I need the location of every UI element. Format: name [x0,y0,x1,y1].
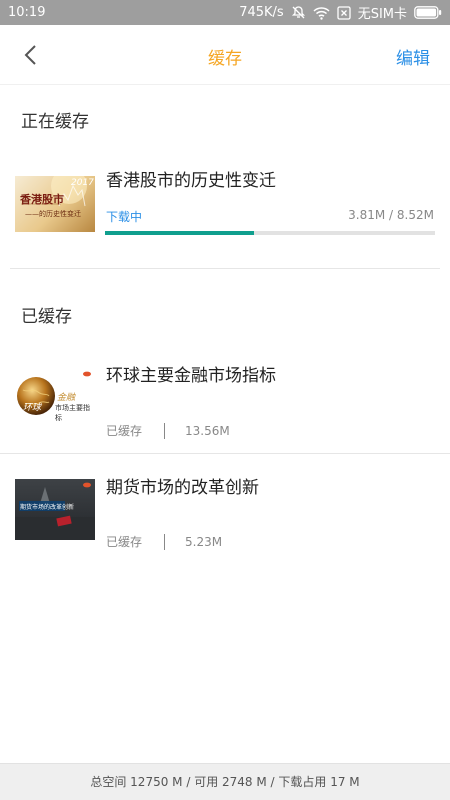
edit-button[interactable]: 编辑 [396,44,430,69]
thumbnail-title: 香港股市 [20,193,64,206]
meta-separator [164,422,166,439]
page-title: 缓存 [208,49,242,69]
wifi-icon [313,6,330,20]
thumbnail-subtitle: 市场主要指标 [55,404,90,422]
cached-meta: 已缓存 5.23M [106,533,222,550]
cached-meta: 已缓存 13.56M [106,422,230,439]
download-size: 3.81M / 8.52M [348,208,434,222]
video-thumbnail: 2017 香港股市 ——的历史性变迁 [15,176,95,232]
status-right: 745K/s 无SIM卡 [239,3,442,22]
mute-icon [291,5,306,20]
download-progress-bar [105,231,435,235]
section-title-cached: 已缓存 [21,307,72,327]
video-thumbnail: 环球 金融 市场主要指标 [15,364,95,422]
section-title-downloading: 正在缓存 [21,112,89,132]
battery-icon [414,6,442,19]
thumbnail-subtitle: ——的历史性变迁 [25,210,81,218]
thumbnail-title: 期货市场的改革创新 [20,504,75,511]
network-speed: 745K/s [239,5,284,20]
no-sim-icon [337,5,351,20]
meta-separator [164,533,166,550]
thumbnail-title: 金融 [57,393,76,403]
section-divider [10,268,440,269]
carrier-label: 无SIM卡 [357,7,407,22]
video-thumbnail: 期货市场的改革创新 [15,479,95,540]
storage-footer: 总空间 12750 M / 可用 2748 M / 下载占用 17 M [0,763,450,800]
download-progress-fill [105,231,254,235]
thumbnail-year: 2017 [71,178,94,188]
thumbnail-globe-text: 环球 [23,403,42,413]
cached-status: 已缓存 [106,535,143,549]
video-title: 期货市场的改革创新 [106,478,259,498]
status-time: 10:19 [8,5,46,20]
cached-status: 已缓存 [106,424,143,438]
video-title: 香港股市的历史性变迁 [106,171,276,191]
status-bar: 10:19 745K/s 无SIM卡 [0,0,450,25]
cached-size: 13.56M [185,423,230,438]
video-title: 环球主要金融市场指标 [106,366,276,386]
item-divider [0,453,450,454]
cached-size: 5.23M [185,534,223,549]
app-header: 缓存 编辑 [0,25,450,85]
download-status: 下载中 [106,210,143,224]
